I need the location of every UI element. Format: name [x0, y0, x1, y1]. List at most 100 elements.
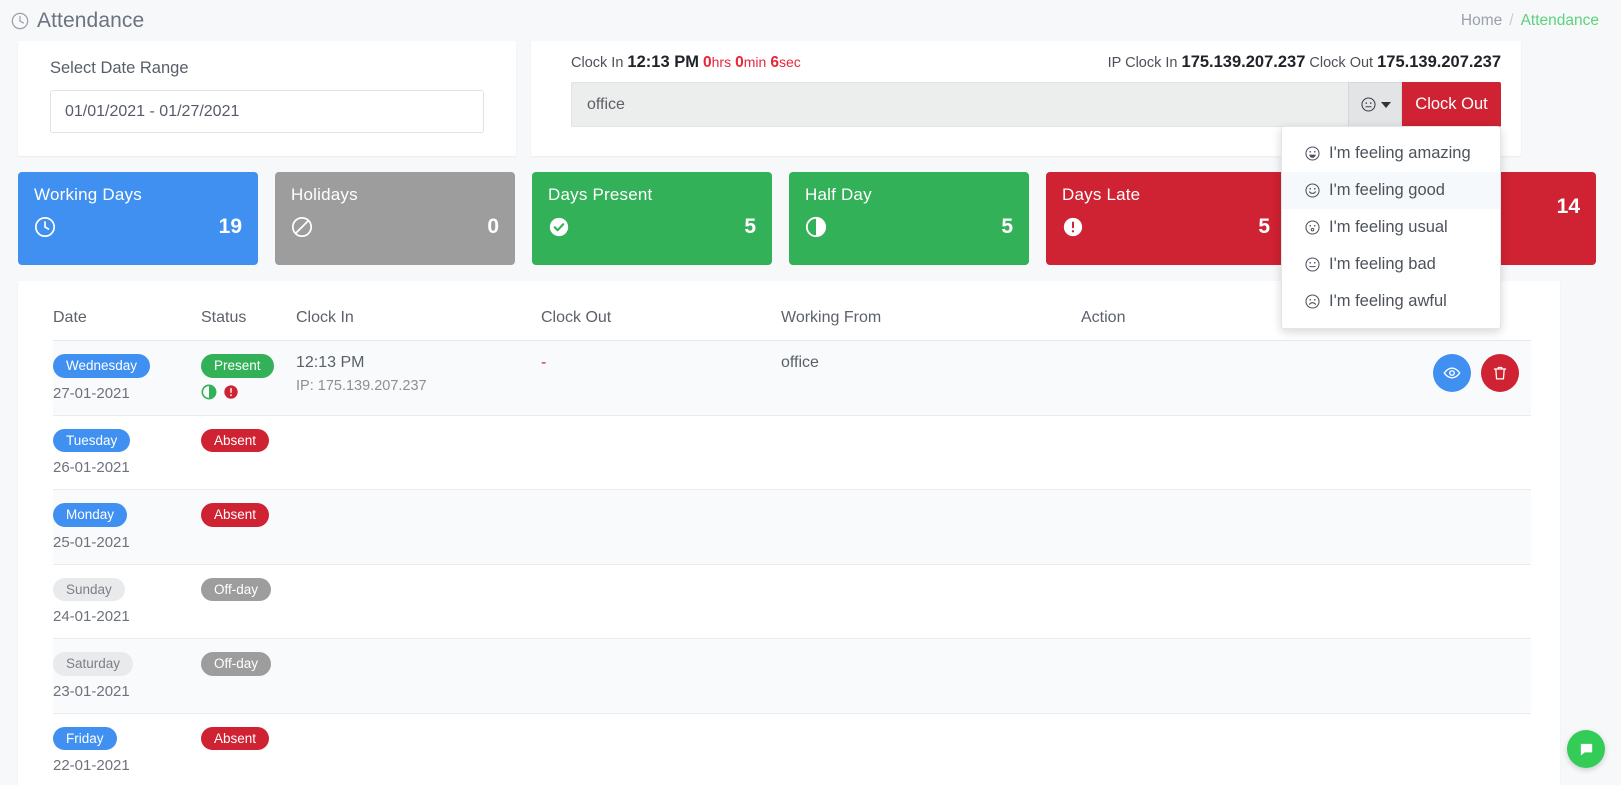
- stat-card-row: 5: [548, 215, 756, 239]
- clock-info-row: Clock In 12:13 PM 0hrs 0min 6sec IP Cloc…: [531, 41, 1521, 72]
- date-range-panel: Select Date Range: [18, 41, 516, 156]
- cell-status: Off-day: [201, 638, 296, 714]
- delete-button[interactable]: [1481, 354, 1519, 392]
- breadcrumb: Home / Attendance: [1461, 12, 1599, 30]
- breadcrumb-current: Attendance: [1520, 11, 1599, 29]
- cell-date: Monday 25-01-2021: [53, 489, 201, 565]
- ban-icon: [291, 216, 313, 238]
- column-header-date: Date: [53, 281, 201, 341]
- cell-date: Wednesday 27-01-2021: [53, 340, 201, 416]
- stat-card-row: 5: [805, 215, 1013, 239]
- attendance-table-card: Date Status Clock In Clock Out Working F…: [18, 281, 1560, 785]
- stat-card-holidays[interactable]: Holidays 0: [275, 172, 515, 265]
- cell-date: Sunday 24-01-2021: [53, 564, 201, 640]
- elapsed-hours-unit: hrs: [711, 54, 732, 70]
- stat-card-days-late[interactable]: Days Late 5: [1046, 172, 1286, 265]
- ip-clock-in-value: 175.139.207.237: [1181, 53, 1306, 71]
- clock-controls: Clock Out: [571, 82, 1501, 127]
- view-button[interactable]: [1433, 354, 1471, 392]
- date-text: 22-01-2021: [53, 757, 130, 775]
- cell-clock-in: [296, 638, 541, 714]
- attendance-table: Date Status Clock In Clock Out Working F…: [53, 281, 1531, 785]
- mood-item-label: I'm feeling bad: [1329, 255, 1436, 273]
- stat-card-value: 0: [487, 215, 499, 238]
- mood-item-label: I'm feeling amazing: [1329, 144, 1471, 162]
- mood-dropdown-toggle[interactable]: [1348, 82, 1402, 127]
- stat-card-row: 19: [34, 215, 242, 239]
- clock-icon: [11, 12, 29, 29]
- mood-item-usual[interactable]: I'm feeling usual: [1282, 209, 1500, 246]
- table-row[interactable]: Monday 25-01-2021 Absent: [53, 489, 1531, 565]
- breadcrumb-home[interactable]: Home: [1461, 12, 1502, 30]
- mood-item-awful[interactable]: I'm feeling awful: [1282, 283, 1500, 320]
- cell-clock-in: [296, 415, 541, 491]
- date-range-input[interactable]: [50, 90, 484, 133]
- check-circle-icon: [549, 217, 569, 237]
- day-badge: Sunday: [53, 577, 125, 602]
- smiley-usual-icon: [1305, 220, 1320, 235]
- cell-clock-in: [296, 713, 541, 785]
- day-badge: Monday: [53, 503, 128, 527]
- chat-widget-button[interactable]: [1567, 730, 1605, 768]
- working-from-input[interactable]: [571, 82, 1348, 127]
- stat-card-title: Working Days: [34, 185, 142, 204]
- ip-summary: IP Clock In 175.139.207.237 Clock Out 17…: [1108, 53, 1501, 72]
- cell-date: Friday 22-01-2021: [53, 713, 201, 785]
- stat-card-title: Half Day: [805, 185, 872, 204]
- mood-item-amazing[interactable]: I'm feeling amazing: [1282, 135, 1500, 172]
- stat-card-working-days[interactable]: Working Days 19: [18, 172, 258, 265]
- clock-in-label: Clock In: [571, 55, 624, 71]
- clock-icon: [34, 216, 56, 238]
- table-row[interactable]: Tuesday 26-01-2021 Absent: [53, 415, 1531, 491]
- cell-clock-in: 12:13 PM IP: 175.139.207.237: [296, 340, 541, 416]
- ip-clock-out-label: Clock Out: [1309, 55, 1374, 71]
- cell-status: Absent: [201, 415, 296, 491]
- table-row[interactable]: Friday 22-01-2021 Absent: [53, 713, 1531, 785]
- table-body: Wednesday 27-01-2021 Present 12:13 PM IP…: [53, 340, 1531, 785]
- cell-action: [1081, 415, 1531, 491]
- cell-action: [1081, 564, 1531, 640]
- clock-in-summary: Clock In 12:13 PM 0hrs 0min 6sec: [571, 53, 801, 72]
- clock-out-button[interactable]: Clock Out: [1402, 82, 1501, 127]
- cell-working-from: [781, 489, 1081, 565]
- table-row[interactable]: Wednesday 27-01-2021 Present 12:13 PM IP…: [53, 340, 1531, 416]
- cell-clock-out: [541, 713, 781, 785]
- clock-out-value: -: [541, 354, 547, 371]
- mood-item-good[interactable]: I'm feeling good: [1282, 172, 1500, 209]
- cell-status: Absent: [201, 489, 296, 565]
- date-text: 25-01-2021: [53, 533, 130, 551]
- adjust-icon: [805, 216, 827, 238]
- stat-card-value: 5: [1258, 215, 1270, 238]
- status-badge: Present: [201, 354, 274, 378]
- clock-in-ip: IP: 175.139.207.237: [296, 378, 427, 394]
- day-badge: Friday: [53, 726, 117, 751]
- date-text: 24-01-2021: [53, 608, 130, 626]
- cell-clock-out: [541, 415, 781, 491]
- smiley-smile-icon: [1305, 183, 1320, 198]
- cell-clock-in: [296, 564, 541, 640]
- day-badge: Wednesday: [53, 354, 151, 378]
- cell-working-from: [781, 713, 1081, 785]
- mood-item-bad[interactable]: I'm feeling bad: [1282, 246, 1500, 283]
- ip-label: IP: [1107, 55, 1122, 71]
- status-badge: Absent: [201, 503, 270, 527]
- stat-card-row: 5: [1062, 215, 1270, 239]
- stat-card-half-day[interactable]: Half Day 5: [789, 172, 1029, 265]
- column-header-working-from: Working From: [781, 281, 1081, 341]
- cell-working-from: [781, 564, 1081, 640]
- chevron-down-icon: [1380, 101, 1391, 108]
- smiley-grin-icon: [1305, 146, 1320, 161]
- smiley-meh-icon: [1305, 257, 1320, 272]
- stat-card-title: Days Present: [548, 185, 653, 204]
- row-actions: [1081, 354, 1531, 392]
- date-range-label: Select Date Range: [50, 59, 189, 77]
- cell-clock-out: -: [541, 340, 781, 416]
- table-row[interactable]: Sunday 24-01-2021 Off-day: [53, 564, 1531, 640]
- breadcrumb-separator: /: [1509, 11, 1514, 29]
- working-from-value: office: [781, 354, 819, 371]
- cell-action: [1081, 340, 1531, 416]
- column-header-status: Status: [201, 281, 296, 341]
- table-row[interactable]: Saturday 23-01-2021 Off-day: [53, 638, 1531, 714]
- cell-working-from: [781, 415, 1081, 491]
- stat-card-days-present[interactable]: Days Present 5: [532, 172, 772, 265]
